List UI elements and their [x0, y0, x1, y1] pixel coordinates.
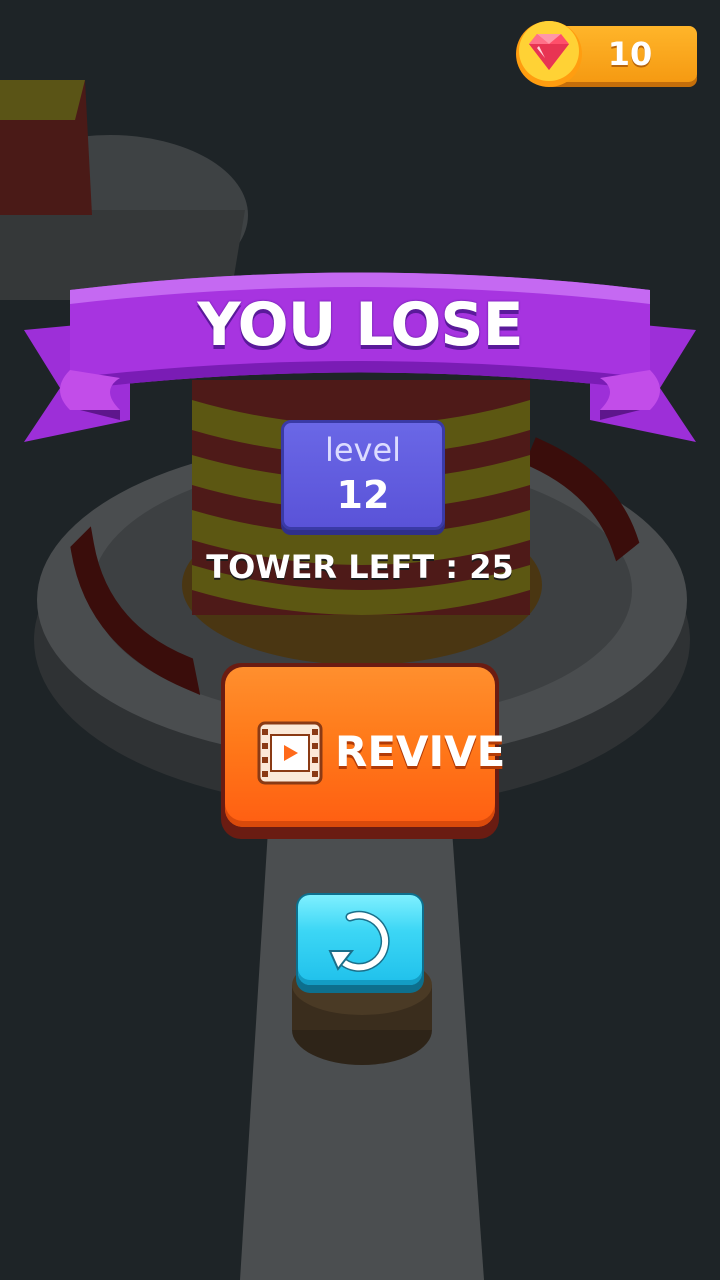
video-film-icon	[257, 721, 323, 785]
restart-icon	[328, 910, 390, 972]
revive-button[interactable]: REVIVE	[221, 663, 505, 839]
tower-left-text: TOWER LEFT : 25	[206, 548, 514, 586]
revive-button-face: REVIVE	[225, 667, 505, 827]
gem-counter: 10	[515, 18, 700, 92]
level-label: level	[324, 431, 402, 469]
level-number: 12	[336, 473, 390, 517]
gem-icon	[516, 21, 582, 87]
revive-label: REVIVE	[335, 727, 506, 776]
restart-button[interactable]	[296, 893, 424, 993]
game-scene-background	[0, 0, 720, 1280]
restart-button-face	[298, 895, 422, 985]
level-box: level 12	[281, 420, 445, 530]
gem-count: 10	[607, 35, 653, 73]
result-title: YOU LOSE	[197, 290, 523, 360]
